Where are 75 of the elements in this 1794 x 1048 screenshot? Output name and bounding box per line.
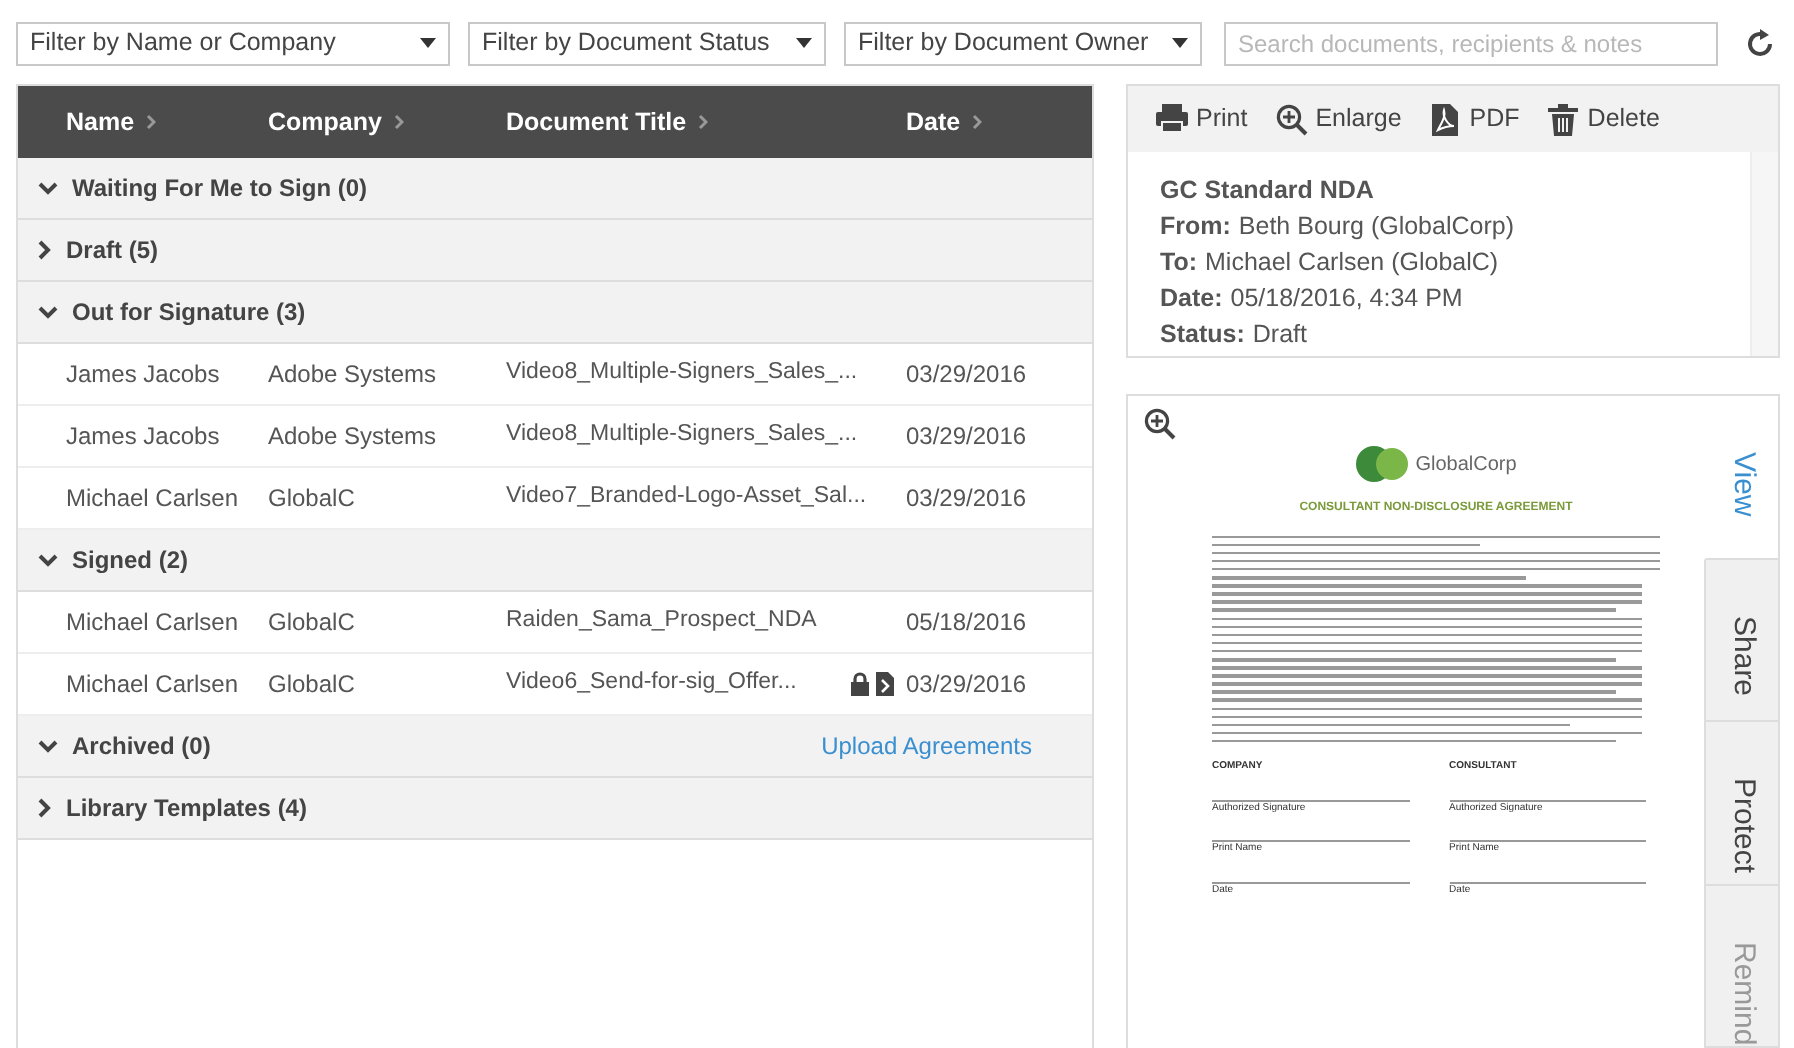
filter-dropdown[interactable]: Filter by Name or Company xyxy=(16,21,450,65)
refresh-button[interactable] xyxy=(1744,27,1776,59)
column-header[interactable]: Document Title xyxy=(506,103,709,141)
pdf-icon xyxy=(1429,103,1462,136)
zoom-in-icon xyxy=(1275,103,1308,136)
table-cell-text: GlobalC xyxy=(268,668,357,702)
search-field[interactable]: Search documents, recipients & notes xyxy=(1224,21,1718,65)
field-label: Date: xyxy=(1160,284,1223,313)
group-header[interactable]: Archived (0) Upload Agreements xyxy=(18,716,1092,778)
table-cell-text: Video7_Branded-Logo-Asset_Sal... xyxy=(506,482,867,513)
group-title: Waiting For Me to Sign (0) xyxy=(72,172,368,206)
dropdown-caret-icon xyxy=(796,38,812,48)
logo-text: GlobalCorp xyxy=(1415,451,1517,479)
document-title: GC Standard NDA xyxy=(1160,174,1376,209)
table-cell-text: Michael Carlsen xyxy=(64,482,241,516)
scrollbar[interactable] xyxy=(1750,152,1778,356)
enlarge-button[interactable]: Enlarge xyxy=(1275,100,1402,139)
field-label: Status: xyxy=(1160,320,1245,349)
group-title: Archived (0) xyxy=(72,730,211,764)
group-header[interactable]: Draft (5) xyxy=(18,220,1092,282)
field-value: Beth Bourg (GlobalCorp) xyxy=(1238,212,1514,241)
table-cell-text: 03/29/2016 xyxy=(906,420,1027,454)
group-header[interactable]: Waiting For Me to Sign (0) xyxy=(18,158,1092,220)
column-header[interactable]: Name xyxy=(66,103,157,141)
table-cell-text: GlobalC xyxy=(268,606,357,640)
group-title: Signed (2) xyxy=(72,544,189,578)
table-cell-text: Video8_Multiple-Signers_Sales_... xyxy=(506,420,858,451)
table-cell-text: Adobe Systems xyxy=(268,420,439,454)
zoom-in-icon[interactable] xyxy=(1144,408,1176,440)
table-cell-text: Michael Carlsen xyxy=(64,668,241,702)
table-cell-text: Michael Carlsen xyxy=(64,606,241,640)
filter-dropdown[interactable]: Filter by Document Status xyxy=(468,21,826,65)
dropdown-caret-icon xyxy=(420,38,436,48)
table-cell-text: Video6_Send-for-sig_Offer... xyxy=(506,668,797,699)
dropdown-caret-icon xyxy=(1172,38,1188,48)
group-title: Draft (5) xyxy=(66,234,159,268)
sort-chevron-icon xyxy=(972,114,983,130)
side-tab[interactable]: Share xyxy=(1704,559,1778,722)
group-header[interactable]: Library Templates (4) xyxy=(18,778,1092,840)
sort-chevron-icon xyxy=(698,114,709,130)
delete-button[interactable]: Delete xyxy=(1547,100,1660,139)
table-cell-text: 05/18/2016 xyxy=(906,606,1027,640)
print-button[interactable]: Print xyxy=(1156,100,1248,139)
filter-dropdown[interactable]: Filter by Document Owner xyxy=(844,21,1202,65)
table-cell-text: 03/29/2016 xyxy=(906,358,1027,392)
table-row[interactable]: Michael Carlsen GlobalC Raiden_Sama_Prospect_NDA 05/18/2016 xyxy=(18,592,1092,654)
column-header[interactable]: Date xyxy=(906,103,983,141)
field-label: From: xyxy=(1160,212,1231,241)
column-header[interactable]: Company xyxy=(268,103,404,141)
table-cell-text: 03/29/2016 xyxy=(906,482,1027,516)
table-cell-text: Video8_Multiple-Signers_Sales_... xyxy=(506,358,858,389)
group-header[interactable]: Signed (2) xyxy=(18,530,1092,592)
field-value: Draft xyxy=(1252,320,1307,349)
table-row[interactable]: James Jacobs Adobe Systems Video8_Multiple-Signers_Sales_... 03/29/2016 xyxy=(18,344,1092,406)
pdf-button[interactable]: PDF xyxy=(1429,100,1520,139)
table-cell-text: GlobalC xyxy=(268,482,357,516)
group-title: Library Templates (4) xyxy=(66,792,307,826)
trash-icon xyxy=(1547,103,1580,136)
table-cell-text: James Jacobs xyxy=(64,358,222,392)
table-cell-text: James Jacobs xyxy=(64,420,222,454)
field-label: To: xyxy=(1160,248,1198,277)
sort-chevron-icon xyxy=(393,114,404,130)
printer-icon xyxy=(1156,103,1188,136)
side-tab[interactable]: Protect xyxy=(1704,722,1778,885)
table-row[interactable]: James Jacobs Adobe Systems Video8_Multiple-Signers_Sales_... 03/29/2016 xyxy=(18,406,1092,468)
table-cell-text: Raiden_Sama_Prospect_NDA xyxy=(506,606,817,637)
field-value: 05/18/2016, 4:34 PM xyxy=(1230,284,1463,313)
sort-chevron-icon xyxy=(146,114,157,130)
logo-icon xyxy=(1355,444,1408,484)
group-title: Out for Signature (3) xyxy=(72,296,306,330)
refresh-icon xyxy=(1744,27,1776,59)
group-header[interactable]: Out for Signature (3) xyxy=(18,282,1092,344)
table-cell-text: 03/29/2016 xyxy=(906,668,1027,702)
table-cell-text: Adobe Systems xyxy=(268,358,439,392)
field-value: Michael Carlsen (GlobalC) xyxy=(1205,248,1499,277)
